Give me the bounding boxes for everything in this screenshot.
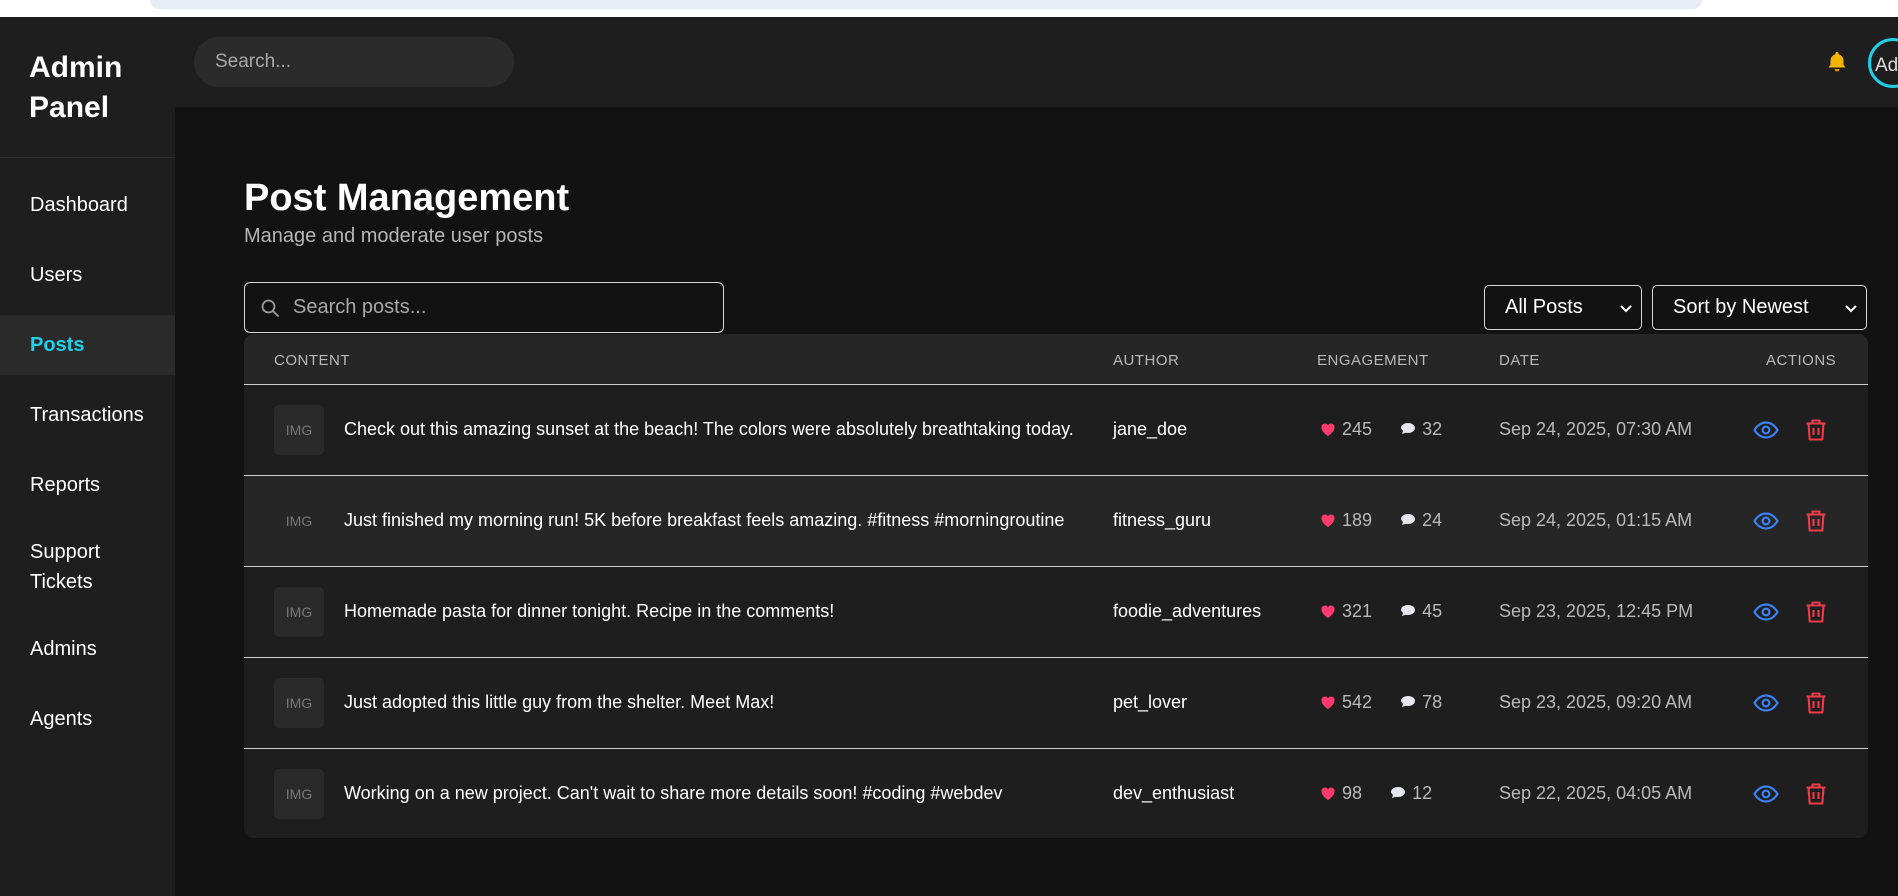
like-count: 245 (1342, 419, 1373, 439)
trash-icon[interactable] (1803, 690, 1829, 716)
post-sort-value: Sort by Newest (1673, 296, 1809, 318)
sidebar-item-posts[interactable]: Posts (0, 315, 175, 375)
sidebar-nav: Dashboard Users Posts Transactions Repor… (0, 158, 175, 749)
sidebar-item-dashboard[interactable]: Dashboard (0, 175, 175, 235)
sidebar-item-agents[interactable]: Agents (0, 689, 175, 749)
heart-icon (1321, 605, 1335, 618)
post-engagement: 189 24 (1319, 510, 1442, 531)
post-engagement: 542 78 (1319, 692, 1442, 713)
post-date: Sep 23, 2025, 09:20 AM (1499, 692, 1693, 712)
column-header-author: AUTHOR (1113, 352, 1180, 369)
post-thumbnail: IMG (274, 587, 324, 637)
top-header: Admin (175, 17, 1898, 107)
view-icon[interactable] (1753, 417, 1779, 443)
trash-icon[interactable] (1803, 781, 1829, 807)
sidebar-item-users[interactable]: Users (0, 245, 175, 305)
comment-icon (1401, 514, 1416, 525)
sidebar-item-support-tickets[interactable]: Support Tickets (0, 525, 150, 609)
table-row: IMG Homemade pasta for dinner tonight. R… (244, 567, 1868, 658)
post-engagement: 321 45 (1319, 601, 1442, 622)
post-author: foodie_adventures (1113, 601, 1262, 621)
comment-icon (1401, 605, 1416, 616)
comment-count: 24 (1422, 510, 1443, 530)
post-content: Just adopted this little guy from the sh… (344, 692, 775, 712)
admin-avatar[interactable]: Admin (1868, 38, 1898, 88)
view-icon[interactable] (1753, 508, 1779, 534)
post-date: Sep 24, 2025, 07:30 AM (1499, 419, 1693, 439)
view-icon[interactable] (1753, 690, 1779, 716)
column-header-content: CONTENT (274, 352, 350, 369)
column-header-actions: ACTIONS (1766, 352, 1837, 369)
heart-icon (1321, 787, 1335, 800)
comment-count: 12 (1412, 783, 1433, 803)
search-icon (261, 299, 279, 317)
browser-top-strip (0, 0, 1898, 17)
post-content: Homemade pasta for dinner tonight. Recip… (344, 601, 835, 621)
comment-icon (1391, 787, 1406, 798)
post-search-input[interactable] (293, 283, 713, 332)
avatar-alt-text: Admin (1875, 55, 1898, 76)
like-count: 321 (1342, 601, 1373, 621)
table-row: IMG Just adopted this little guy from th… (244, 658, 1868, 749)
comment-icon (1401, 696, 1416, 707)
post-filter-value: All Posts (1505, 296, 1583, 318)
post-thumbnail: IMG (274, 678, 324, 728)
like-count: 542 (1342, 692, 1373, 712)
post-sort-select[interactable]: Sort by Newest (1652, 285, 1867, 330)
browser-address-bar (150, 0, 1702, 9)
table-row: IMG Working on a new project. Can't wait… (244, 749, 1868, 838)
post-author: pet_lover (1113, 692, 1188, 712)
like-count: 189 (1342, 510, 1373, 530)
trash-icon[interactable] (1803, 599, 1829, 625)
post-engagement: 98 12 (1319, 783, 1432, 804)
chevron-down-icon (1620, 305, 1632, 313)
post-content: Check out this amazing sunset at the bea… (344, 419, 1074, 439)
view-icon[interactable] (1753, 781, 1779, 807)
page-subtitle: Manage and moderate user posts (244, 225, 544, 247)
post-thumbnail: IMG (274, 496, 324, 546)
sidebar-item-transactions[interactable]: Transactions (0, 385, 175, 445)
post-search-box[interactable] (244, 282, 724, 333)
like-count: 98 (1342, 783, 1363, 803)
post-engagement: 245 32 (1319, 419, 1442, 440)
post-author: fitness_guru (1113, 510, 1212, 530)
column-header-date: DATE (1499, 352, 1540, 369)
post-date: Sep 24, 2025, 01:15 AM (1499, 510, 1693, 530)
view-icon[interactable] (1753, 599, 1779, 625)
table-row: IMG Check out this amazing sunset at the… (244, 385, 1868, 476)
post-content: Working on a new project. Can't wait to … (344, 783, 1003, 803)
heart-icon (1321, 514, 1335, 527)
comment-count: 78 (1422, 692, 1443, 712)
post-thumbnail: IMG (274, 769, 324, 819)
heart-icon (1321, 696, 1335, 709)
sidebar-item-reports[interactable]: Reports (0, 455, 175, 515)
trash-icon[interactable] (1803, 417, 1829, 443)
post-thumbnail: IMG (274, 405, 324, 455)
sidebar-item-admins[interactable]: Admins (0, 619, 175, 679)
notification-bell-icon[interactable] (1825, 50, 1849, 74)
page-title: Post Management (244, 177, 570, 219)
post-date: Sep 22, 2025, 04:05 AM (1499, 783, 1693, 803)
heart-icon (1321, 423, 1335, 436)
post-content: Just finished my morning run! 5K before … (344, 510, 1065, 530)
posts-table: CONTENT AUTHOR ENGAGEMENT DATE ACTIONS I… (244, 334, 1868, 838)
table-row: IMG Just finished my morning run! 5K bef… (244, 476, 1868, 567)
post-author: jane_doe (1113, 419, 1188, 439)
global-search-input[interactable] (194, 37, 514, 87)
trash-icon[interactable] (1803, 508, 1829, 534)
comment-count: 45 (1422, 601, 1443, 621)
brand-title: Admin Panel (0, 17, 175, 158)
table-header: CONTENT AUTHOR ENGAGEMENT DATE ACTIONS (244, 334, 1868, 385)
sidebar: Admin Panel Dashboard Users Posts Transa… (0, 17, 175, 896)
comment-icon (1401, 423, 1416, 434)
column-header-engagement: ENGAGEMENT (1317, 352, 1429, 369)
comment-count: 32 (1422, 419, 1443, 439)
post-filter-select[interactable]: All Posts (1484, 285, 1642, 330)
post-date: Sep 23, 2025, 12:45 PM (1499, 601, 1694, 621)
post-author: dev_enthusiast (1113, 783, 1235, 803)
chevron-down-icon (1845, 305, 1857, 313)
